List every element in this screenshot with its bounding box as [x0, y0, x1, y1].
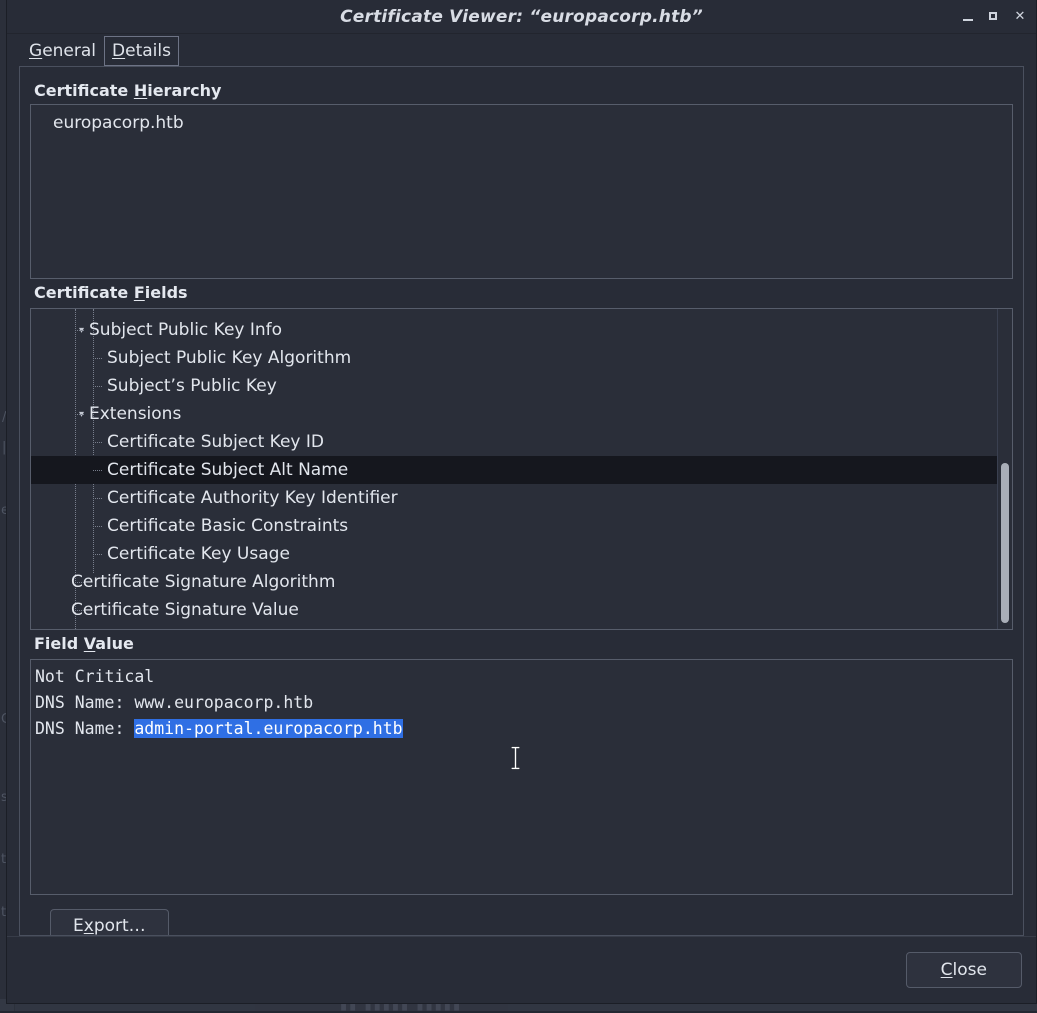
fields-tree-row[interactable]: Certificate Basic Constraints: [31, 512, 997, 540]
field-value-label: Field Value: [34, 634, 134, 653]
field-value-line: DNS Name: admin-portal.europacorp.htb: [35, 716, 1012, 742]
close-button[interactable]: Close: [905, 952, 1022, 988]
fields-scrollbar-thumb[interactable]: [1001, 462, 1009, 623]
fields-scrollbar[interactable]: [997, 309, 1012, 629]
fields-tree-row-label: Certificate Signature Algorithm: [71, 572, 336, 592]
title-bar[interactable]: Certificate Viewer: “europacorp.htb” ✕: [7, 0, 1036, 34]
chevron-down-icon[interactable]: ▾: [75, 410, 88, 420]
fields-tree-row[interactable]: Subject Public Key Algorithm: [31, 344, 997, 372]
fields-tree-row[interactable]: Certificate Signature Algorithm: [31, 568, 997, 596]
fields-tree-row[interactable]: Certificate Signature Value: [31, 596, 997, 624]
field-value-text: DNS Name:: [35, 719, 135, 738]
certificate-fields-label: Certificate Fields: [34, 283, 188, 302]
fields-tree-row[interactable]: Subject’s Public Key: [31, 372, 997, 400]
tab-strip: General Details: [7, 34, 1036, 66]
chevron-down-icon[interactable]: ▾: [75, 326, 88, 336]
fields-tree-row-label: Subject Public Key Algorithm: [107, 348, 352, 368]
tab-general[interactable]: General: [21, 36, 104, 66]
window-title: Certificate Viewer: “europacorp.htb”: [340, 6, 703, 27]
export-row: Export…: [30, 895, 1013, 935]
certificate-hierarchy-list[interactable]: europacorp.htb: [30, 104, 1013, 279]
fields-tree-row-label: Certificate Key Usage: [107, 544, 290, 564]
export-button[interactable]: Export…: [50, 909, 169, 935]
fields-tree-row-label: Certificate Signature Value: [71, 600, 299, 620]
field-value-selected-text[interactable]: admin-portal.europacorp.htb: [134, 719, 403, 738]
fields-tree-row[interactable]: Certificate Key Usage: [31, 540, 997, 568]
certificate-fields-tree[interactable]: ▾ Subject Public Key Info Subject Public K…: [31, 309, 997, 629]
tab-details[interactable]: Details: [104, 36, 179, 66]
maximize-icon[interactable]: [987, 10, 1001, 24]
fields-tree-row[interactable]: ▾ Subject Public Key Info: [31, 316, 997, 344]
field-value-line: Not Critical: [35, 664, 1012, 690]
close-icon[interactable]: ✕: [1013, 10, 1027, 24]
fields-tree-row-label: Certificate Basic Constraints: [107, 516, 349, 536]
field-value-text: DNS Name: www.europacorp.htb: [35, 693, 314, 712]
fields-tree-row[interactable]: Certificate Subject Key ID: [31, 428, 997, 456]
fields-tree-row-label: Certificate Subject Alt Name: [107, 460, 349, 480]
fields-tree-row[interactable]: Certificate Authority Key Identifier: [31, 484, 997, 512]
certificate-fields-panel: ▾ Subject Public Key Info Subject Public K…: [30, 308, 1013, 630]
hierarchy-item[interactable]: europacorp.htb: [31, 112, 1012, 134]
field-value-line: DNS Name: www.europacorp.htb: [35, 690, 1012, 716]
dialog-footer: Close: [7, 936, 1036, 1003]
fields-tree-row-selected[interactable]: Certificate Subject Alt Name: [31, 456, 997, 484]
certificate-viewer-dialog: Certificate Viewer: “europacorp.htb” ✕ G…: [6, 0, 1037, 1004]
fields-tree-row-label: Subject’s Public Key: [107, 376, 277, 396]
fields-tree-row-label: Subject Public Key Info: [89, 320, 283, 340]
field-value-textarea[interactable]: Not Critical DNS Name: www.europacorp.htb…: [30, 659, 1013, 895]
fields-tree-row[interactable]: ▾ Extensions: [31, 400, 997, 428]
minimize-icon[interactable]: [961, 10, 975, 24]
field-value-text: Not Critical: [35, 667, 155, 686]
fields-tree-row-label: Extensions: [89, 404, 182, 424]
window-controls: ✕: [961, 0, 1027, 33]
certificate-hierarchy-label: Certificate Hierarchy: [34, 81, 222, 100]
fields-tree-row-label: Certificate Subject Key ID: [107, 432, 324, 452]
text-cursor-icon: [510, 746, 521, 770]
fields-tree-row-label: Certificate Authority Key Identifier: [107, 488, 398, 508]
details-pane: Certificate Hierarchy europacorp.htb Cer…: [19, 66, 1024, 936]
